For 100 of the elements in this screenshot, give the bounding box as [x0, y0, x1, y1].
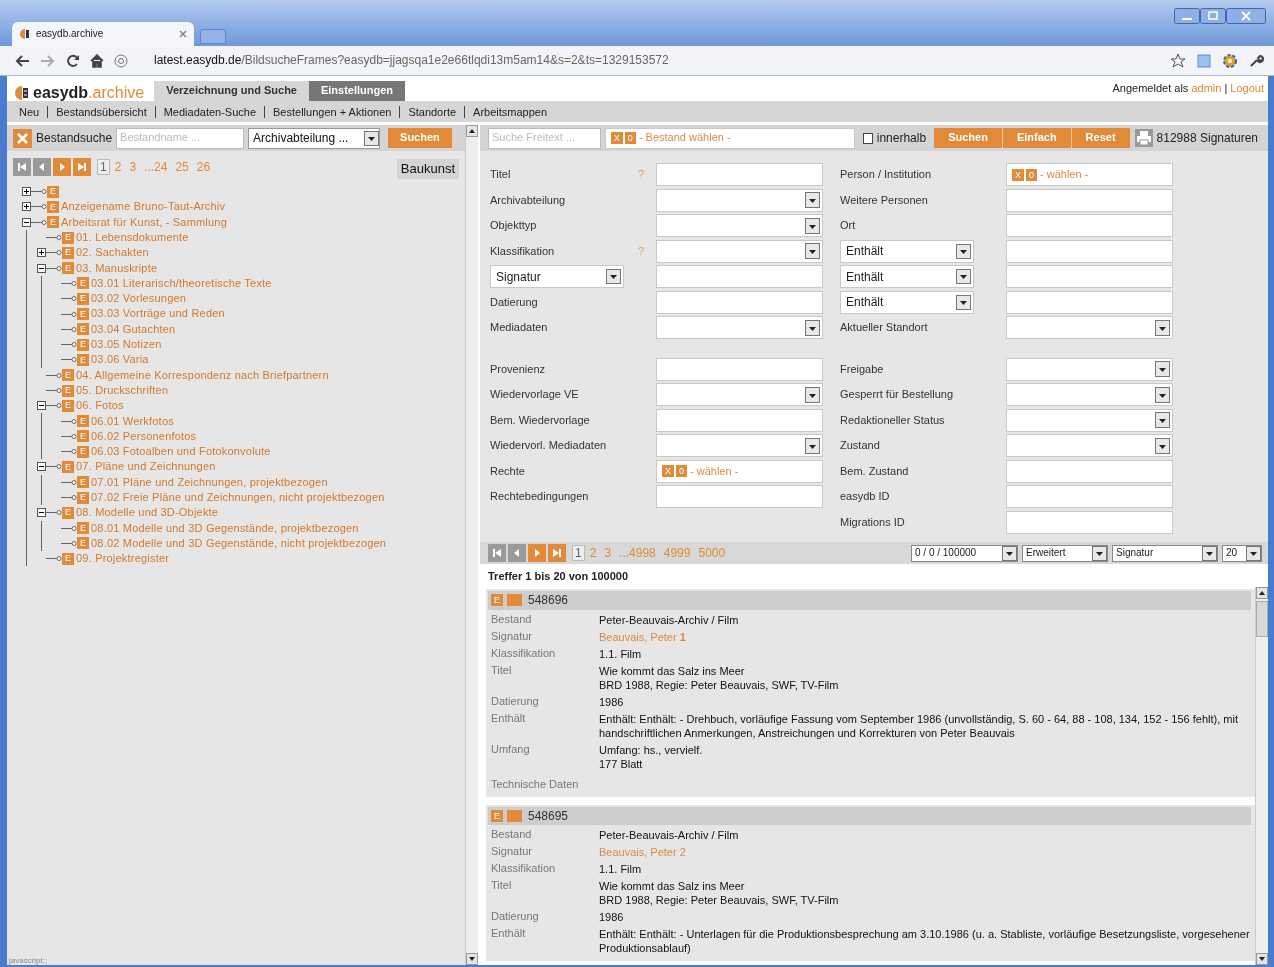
field-type-select[interactable]: Enthält — [840, 265, 974, 289]
tree-item-label[interactable]: 08.01 Modelle und 3D Gegenstände, projektbezogen — [91, 521, 359, 535]
select-field[interactable]: Erweitert — [1022, 544, 1108, 562]
signature-link[interactable]: Beauvais, Peter 2 — [599, 845, 1251, 860]
menu-item[interactable]: Arbeitsmappen — [464, 105, 556, 118]
page-link[interactable]: 3 — [126, 159, 140, 175]
minimize-icon[interactable] — [1174, 8, 1200, 24]
collapse-icon[interactable] — [37, 462, 46, 472]
help-link[interactable]: ? — [637, 168, 644, 182]
tree-item-label[interactable]: 03.03 Vorträge und Reden — [91, 307, 225, 321]
select-field[interactable]: Signatur — [1112, 544, 1218, 562]
chooser-field[interactable]: X 0 - wählen - — [1006, 163, 1173, 187]
page-link[interactable]: ...24 — [141, 159, 171, 175]
close-icon[interactable] — [179, 30, 187, 38]
tree-item-label[interactable]: 03.06 Varia — [91, 353, 149, 367]
tree-item-label[interactable]: 08.02 Modelle und 3D Gegenstände, nicht projektbezogen — [91, 536, 387, 551]
clear-button[interactable]: X — [610, 132, 623, 144]
search-button[interactable]: Suchen — [388, 128, 453, 148]
select-field[interactable] — [656, 214, 823, 238]
tree-item-label[interactable]: 03.02 Vorlesungen — [91, 292, 187, 306]
record-id[interactable]: 548696 — [528, 593, 569, 608]
field-type-select[interactable]: Signatur — [490, 265, 624, 289]
text-field[interactable] — [1006, 188, 1173, 212]
tree-item-label[interactable]: 03.01 Literarisch/theoretische Texte — [91, 276, 272, 290]
text-field[interactable] — [656, 163, 823, 187]
main-tab[interactable]: Verzeichnung und Suche — [154, 81, 309, 101]
text-field[interactable] — [1006, 485, 1173, 509]
text-field[interactable] — [656, 408, 823, 432]
reload-icon[interactable] — [66, 53, 80, 68]
select-field[interactable] — [656, 316, 823, 340]
menu-item[interactable]: Bestandsübersicht — [47, 105, 155, 118]
expand-icon[interactable] — [37, 248, 46, 258]
tree-item-label[interactable]: 06.02 Personenfotos — [91, 429, 197, 443]
tree-item-label[interactable]: 06.01 Werkfotos — [91, 414, 174, 428]
back-arrow-icon[interactable] — [14, 53, 30, 68]
page-link[interactable]: 4999 — [660, 545, 694, 561]
collapse-icon[interactable] — [37, 263, 46, 273]
tree-item-label[interactable]: 01. Lebensdokumente — [76, 230, 189, 245]
text-field[interactable] — [656, 357, 823, 381]
chooser-field[interactable]: X 0 - Bestand wählen - — [604, 127, 856, 149]
menu-item[interactable]: Standorte — [399, 105, 465, 118]
signature-link[interactable]: Beauvais, Peter 1 — [599, 629, 1251, 644]
page-link[interactable]: 2 — [586, 545, 600, 561]
next-page-button[interactable] — [53, 158, 71, 176]
tree-item-label[interactable]: 02. Sachakten — [76, 246, 149, 260]
checkbox[interactable] — [863, 132, 873, 144]
select-field[interactable]: 20 — [1222, 544, 1262, 562]
select-field[interactable] — [656, 434, 823, 458]
close-icon[interactable] — [1226, 8, 1266, 24]
tree-item-label[interactable]: 06.03 Fotoalben und Fotokonvolute — [91, 445, 271, 459]
last-page-button[interactable] — [73, 158, 91, 176]
clear-button[interactable]: X — [662, 465, 674, 478]
page-link[interactable]: 25 — [172, 159, 192, 175]
maximize-icon[interactable] — [1200, 8, 1226, 24]
collapse-icon[interactable] — [37, 401, 46, 411]
text-field[interactable] — [1006, 510, 1173, 534]
scroll-up-icon[interactable] — [466, 125, 478, 137]
tree-item-label[interactable]: 03.04 Gutachten — [91, 322, 176, 336]
expand-icon[interactable] — [22, 187, 31, 197]
gear-icon[interactable] — [1222, 52, 1238, 69]
text-field[interactable] — [1006, 265, 1173, 289]
select-field[interactable] — [656, 383, 823, 407]
tree-item-label[interactable]: 07.01 Pläne und Zeichnungen, projektbezogen — [91, 475, 328, 489]
browser-tab[interactable]: easydb.archive — [12, 22, 194, 46]
text-field[interactable] — [1006, 239, 1173, 263]
tree-item-label[interactable]: 07. Pläne und Zeichnungen — [76, 460, 216, 474]
help-link[interactable]: ? — [637, 244, 644, 258]
tree-item-label[interactable]: 04. Allgemeine Korrespondenz nach Briefpartnern — [76, 368, 329, 382]
select-field[interactable] — [656, 188, 823, 212]
clear-button[interactable]: X — [1012, 168, 1024, 181]
page-link[interactable]: 1 — [97, 158, 110, 176]
star-icon[interactable] — [1170, 52, 1186, 69]
last-page-button[interactable] — [548, 544, 566, 562]
field-type-select[interactable]: Enthält — [840, 290, 974, 314]
tree-item-label[interactable]: 03. Manuskripte — [76, 261, 158, 275]
record-id[interactable]: 548695 — [528, 808, 569, 824]
select-field[interactable] — [1006, 357, 1173, 381]
collapse-icon[interactable] — [37, 508, 46, 518]
select-field[interactable]: Archivabteilung ... — [248, 127, 381, 149]
tree-item-label[interactable]: 07.02 Freie Pläne und Zeichnungen, nicht projektbezogen — [91, 491, 385, 505]
select-field[interactable] — [656, 239, 823, 263]
search-field[interactable]: Suche Freitext ... — [488, 127, 601, 149]
collapse-icon[interactable] — [22, 217, 31, 227]
menu-item[interactable]: Bestellungen + Aktionen — [264, 105, 400, 118]
select-field[interactable] — [1006, 383, 1173, 407]
search-field[interactable]: Bestandname ... — [116, 127, 245, 149]
tree-item-label[interactable]: 05. Druckschriften — [76, 383, 169, 398]
menu-item[interactable]: Neu — [11, 105, 48, 118]
field-type-select[interactable]: Enthält — [840, 239, 974, 263]
tree-item-label[interactable]: 03.05 Notizen — [91, 338, 162, 352]
select-field[interactable]: 0 / 0 / 100000 — [911, 544, 1018, 562]
page-link[interactable]: 3 — [601, 545, 615, 561]
scroll-up-icon[interactable] — [1256, 587, 1268, 600]
text-field[interactable] — [1006, 214, 1173, 238]
next-page-button[interactable] — [528, 544, 546, 562]
select-field[interactable] — [1006, 408, 1173, 432]
print-icon[interactable] — [1134, 129, 1153, 147]
chooser-field[interactable]: X 0 - wählen - — [656, 459, 823, 483]
text-field[interactable] — [656, 485, 823, 509]
scroll-down-icon[interactable] — [466, 953, 478, 965]
